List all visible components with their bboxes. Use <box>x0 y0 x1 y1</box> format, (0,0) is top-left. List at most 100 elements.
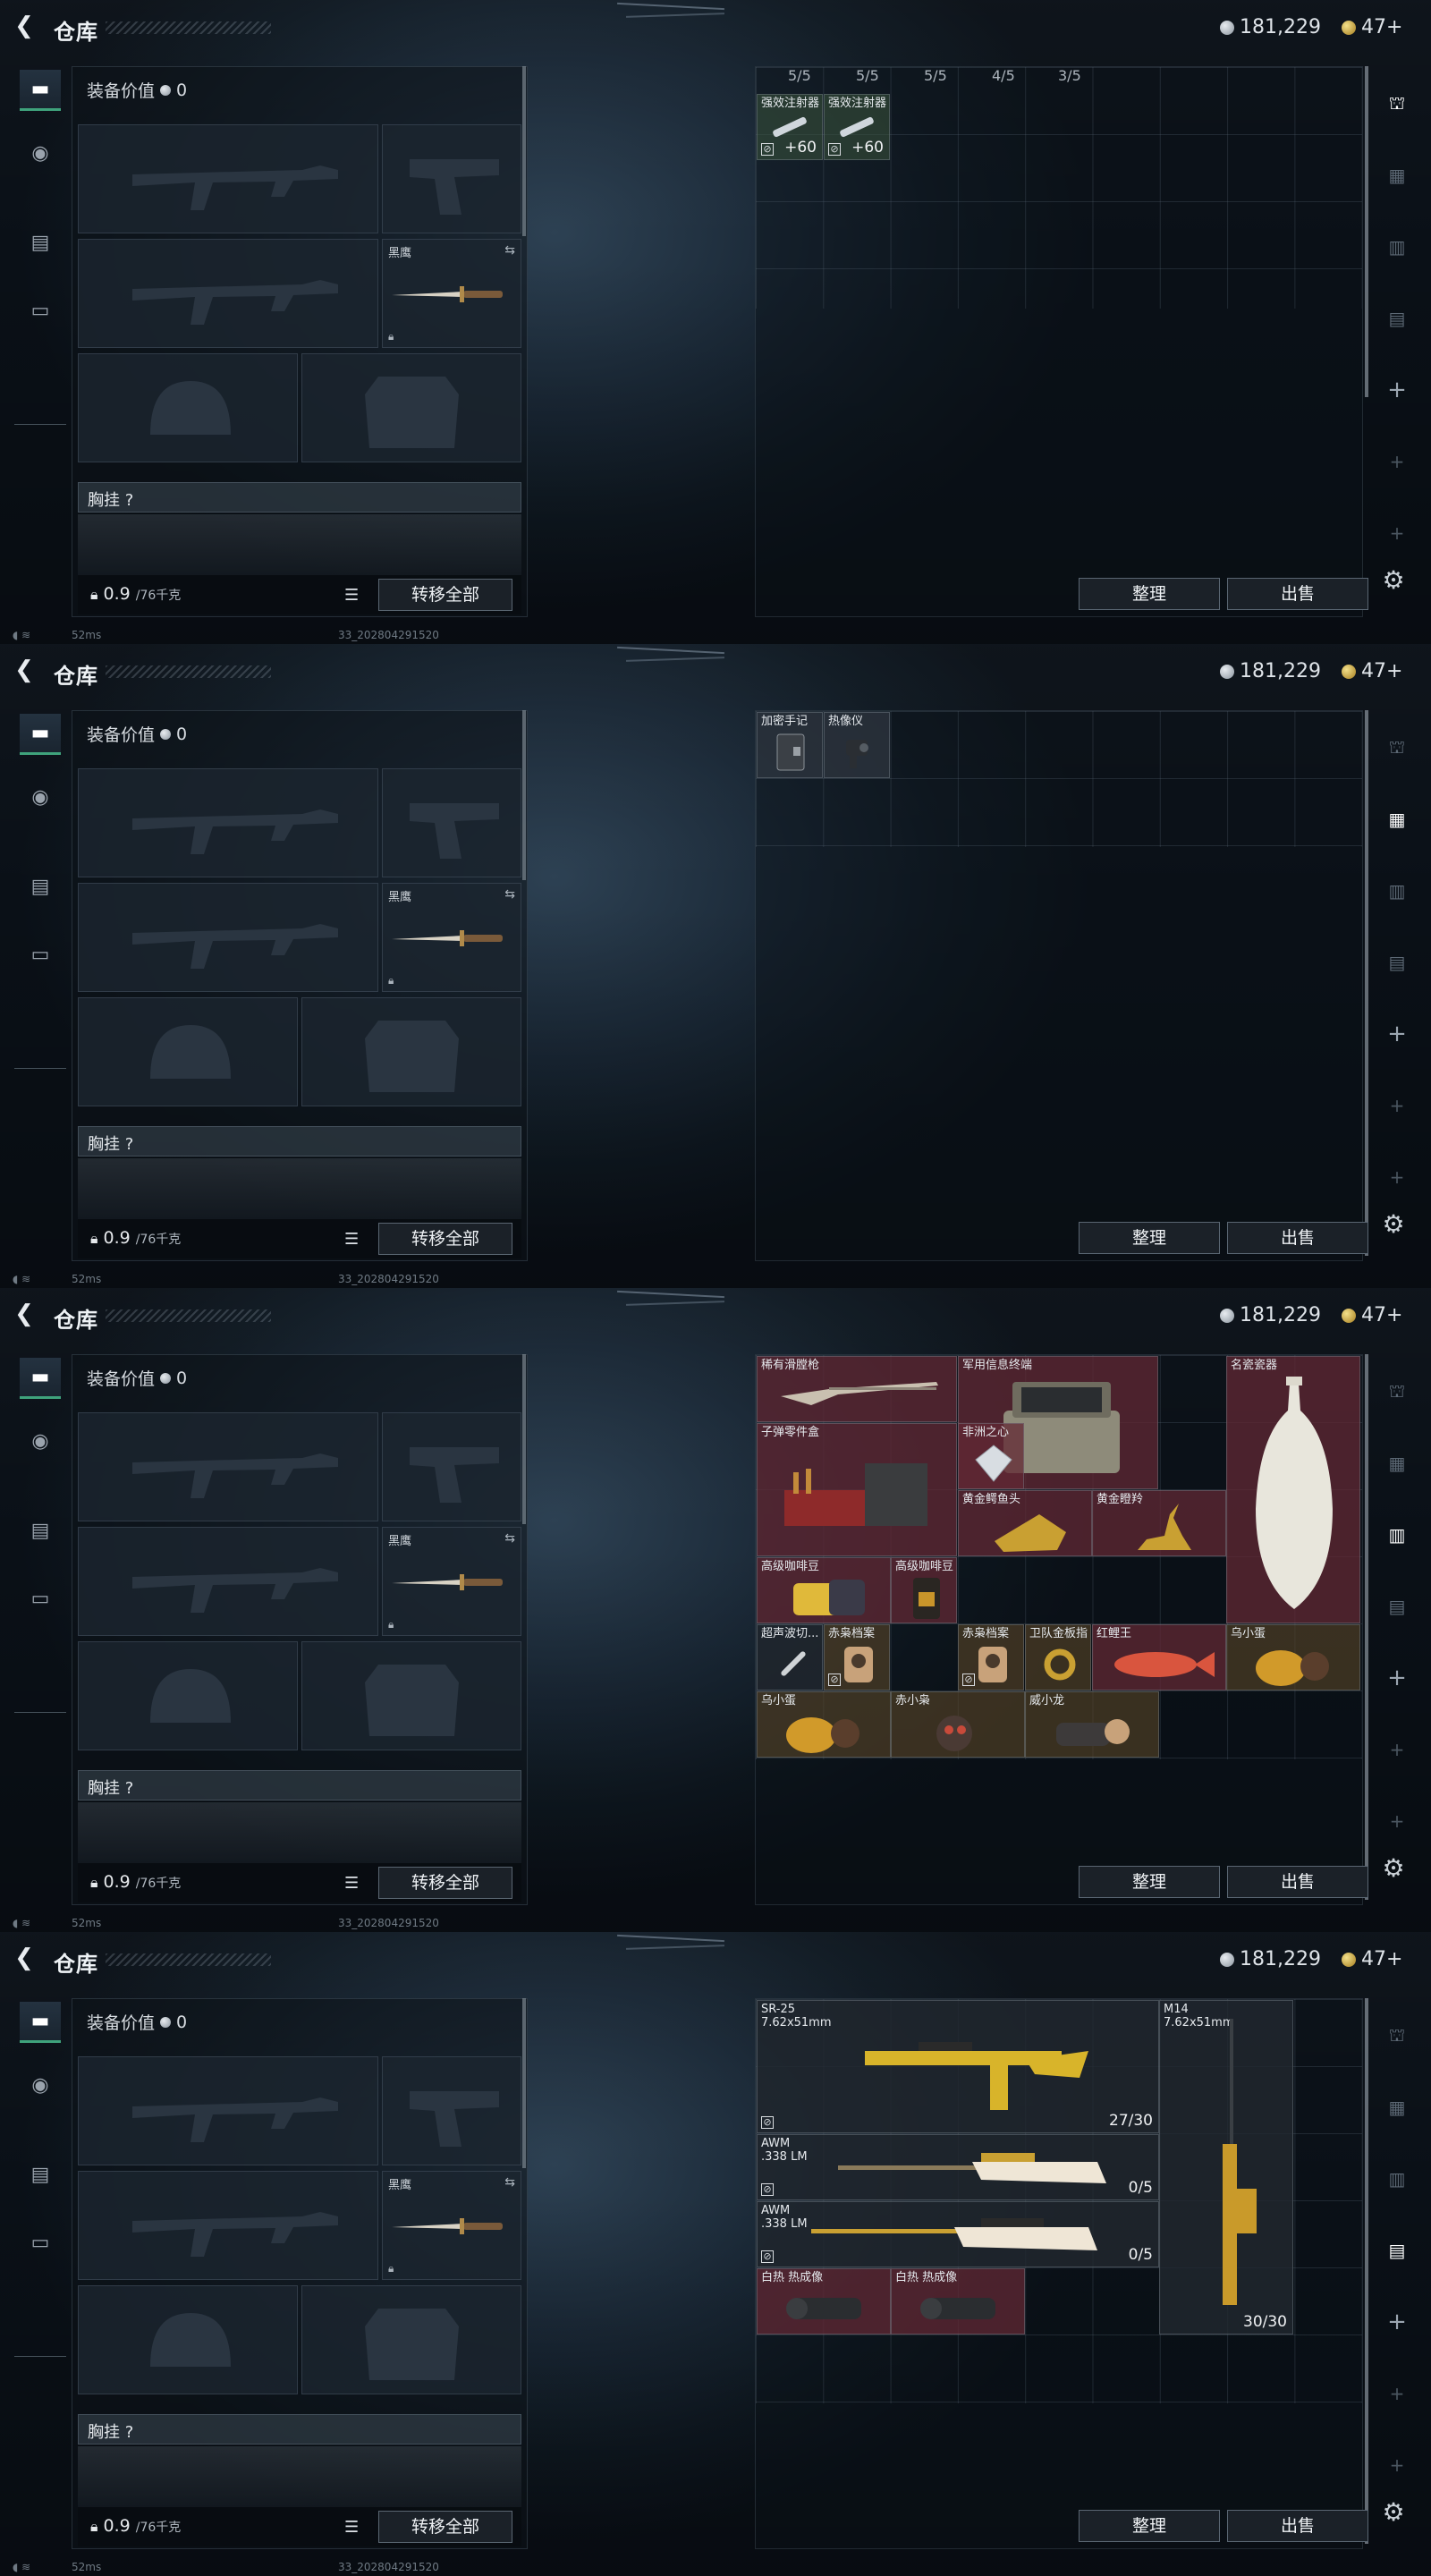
chest-rig-header[interactable]: 胸挂 ? <box>78 1126 521 1157</box>
nav-helmet-icon[interactable]: ◉ <box>20 776 61 818</box>
stash-item[interactable]: 加密手记 <box>757 712 823 778</box>
nav-weapons-icon[interactable]: ▬ <box>20 70 61 111</box>
stash-item[interactable]: 稀有滑膛枪 <box>757 1356 957 1422</box>
sell-button[interactable]: 出售 <box>1227 578 1368 610</box>
primary-weapon-slot[interactable] <box>78 2056 378 2165</box>
nav-weapons-icon[interactable]: ▬ <box>20 2002 61 2043</box>
tab-all-icon[interactable]: ⛫ <box>1376 730 1418 766</box>
chest-rig-header[interactable]: 胸挂 ? <box>78 1770 521 1801</box>
help-icon[interactable]: ? <box>125 1779 134 1798</box>
tab-all-icon[interactable]: ⛫ <box>1376 1374 1418 1410</box>
stash-item[interactable]: 非洲之心 <box>958 1423 1024 1489</box>
stash-item[interactable]: 白热 热成像 <box>891 2268 1025 2334</box>
chest-rig-slot[interactable] <box>78 1158 521 1219</box>
list-icon[interactable]: ☰ <box>344 1874 364 1893</box>
stash-item[interactable]: 超声波切... <box>757 1624 823 1690</box>
loadout-scrollbar[interactable] <box>522 1354 526 1524</box>
stash-item[interactable]: 黄金瞪羚 <box>1092 1490 1226 1556</box>
transfer-all-button[interactable]: 转移全部 <box>378 2511 512 2543</box>
list-icon[interactable]: ☰ <box>344 2518 364 2537</box>
stash-item[interactable]: 赤小枭 <box>891 1691 1025 1758</box>
nav-vest-icon[interactable]: ▤ <box>20 2154 61 2195</box>
back-arrow-icon[interactable]: ❮ <box>13 14 36 38</box>
stash-item[interactable]: 名瓷瓷器 <box>1226 1356 1360 1623</box>
helmet-slot[interactable] <box>78 1641 298 1750</box>
nav-vest-icon[interactable]: ▤ <box>20 866 61 907</box>
tab-all-icon[interactable]: ⛫ <box>1376 86 1418 122</box>
stash-item[interactable]: 威小龙 <box>1025 1691 1159 1758</box>
chest-rig-header[interactable]: 胸挂 ? <box>78 482 521 513</box>
stash-item[interactable]: 卫队金板指 <box>1025 1624 1091 1690</box>
chest-rig-header[interactable]: 胸挂 ? <box>78 2414 521 2445</box>
secondary-weapon-slot[interactable] <box>78 2171 378 2280</box>
secondary-weapon-slot[interactable] <box>78 239 378 348</box>
tab-consumables-icon[interactable]: ▦ <box>1376 2089 1418 2125</box>
tab-collectibles-icon[interactable]: ▥ <box>1376 229 1418 265</box>
nav-weapons-icon[interactable]: ▬ <box>20 714 61 755</box>
add-tab-icon[interactable]: + <box>1376 372 1418 408</box>
nav-vest-icon[interactable]: ▤ <box>20 222 61 263</box>
gear-icon[interactable]: ⚙ <box>1379 2497 1408 2527</box>
nav-helmet-icon[interactable]: ◉ <box>20 1420 61 1462</box>
helmet-slot[interactable] <box>78 997 298 1106</box>
secondary-weapon-slot[interactable] <box>78 1527 378 1636</box>
armor-slot[interactable] <box>301 1641 521 1750</box>
nav-backpack-icon[interactable]: ▭ <box>20 934 61 975</box>
transfer-all-button[interactable]: 转移全部 <box>378 1223 512 1255</box>
stash-scrollbar[interactable] <box>1365 1354 1368 1900</box>
help-icon[interactable]: ? <box>125 2423 134 2442</box>
stash-item[interactable]: 乌小蛋 <box>1226 1624 1360 1690</box>
sort-button[interactable]: 整理 <box>1079 2510 1220 2542</box>
stash-item[interactable]: 子弹零件盒 <box>757 1423 957 1556</box>
pistol-slot[interactable] <box>382 1412 521 1521</box>
nav-backpack-icon[interactable]: ▭ <box>20 2222 61 2263</box>
stash-item[interactable]: 乌小蛋 <box>757 1691 891 1758</box>
stash-item[interactable]: 热像仪 <box>824 712 890 778</box>
loadout-scrollbar[interactable] <box>522 710 526 880</box>
transfer-all-button[interactable]: 转移全部 <box>378 1867 512 1899</box>
stash-item[interactable]: SR-25 7.62x51mm ⊘ 27/30 <box>757 2000 1159 2133</box>
stash-item[interactable]: M14 7.62x51mm 30/30 <box>1159 2000 1293 2334</box>
pistol-slot[interactable] <box>382 2056 521 2165</box>
armor-slot[interactable] <box>301 2285 521 2394</box>
help-icon[interactable]: ? <box>125 1135 134 1154</box>
armor-slot[interactable] <box>301 997 521 1106</box>
melee-slot[interactable]: 黑鹰 ⇆ 🔒︎ <box>382 883 521 992</box>
stash-item[interactable]: 强效注射器 ⊘ +60 <box>757 94 823 160</box>
add-tab-icon[interactable]: + <box>1376 2447 1418 2483</box>
stash-item[interactable]: 高级咖啡豆 <box>757 1557 891 1623</box>
add-tab-icon[interactable]: + <box>1376 1732 1418 1767</box>
help-icon[interactable]: ? <box>125 491 134 510</box>
gold-currency[interactable]: 47+ <box>1342 1304 1402 1326</box>
nav-vest-icon[interactable]: ▤ <box>20 1510 61 1551</box>
loadout-scrollbar[interactable] <box>522 1998 526 2168</box>
primary-weapon-slot[interactable] <box>78 124 378 233</box>
nav-weapons-icon[interactable]: ▬ <box>20 1358 61 1399</box>
secondary-weapon-slot[interactable] <box>78 883 378 992</box>
gold-currency[interactable]: 47+ <box>1342 16 1402 38</box>
primary-weapon-slot[interactable] <box>78 768 378 877</box>
tab-weapons-icon[interactable]: ▤ <box>1376 301 1418 336</box>
stash-item[interactable]: 白热 热成像 <box>757 2268 891 2334</box>
stash-item[interactable]: AWM .338 LM ⊘ 0/5 <box>757 2134 1159 2200</box>
gear-icon[interactable]: ⚙ <box>1379 1209 1408 1239</box>
sell-button[interactable]: 出售 <box>1227 1222 1368 1254</box>
tab-collectibles-icon[interactable]: ▥ <box>1376 1517 1418 1553</box>
back-arrow-icon[interactable]: ❮ <box>13 1302 36 1326</box>
sort-button[interactable]: 整理 <box>1079 1866 1220 1898</box>
stash-scrollbar[interactable] <box>1365 710 1368 1256</box>
stash-scrollbar[interactable] <box>1365 66 1368 397</box>
stash-item[interactable]: 赤枭档案 ⊘ <box>958 1624 1024 1690</box>
sell-button[interactable]: 出售 <box>1227 1866 1368 1898</box>
pistol-slot[interactable] <box>382 768 521 877</box>
loadout-scrollbar[interactable] <box>522 66 526 236</box>
melee-slot[interactable]: 黑鹰 ⇆ 🔒︎ <box>382 239 521 348</box>
stash-item[interactable]: 强效注射器 ⊘ +60 <box>824 94 890 160</box>
tab-consumables-icon[interactable]: ▦ <box>1376 1445 1418 1481</box>
tab-collectibles-icon[interactable]: ▥ <box>1376 2161 1418 2197</box>
nav-backpack-icon[interactable]: ▭ <box>20 1578 61 1619</box>
helmet-slot[interactable] <box>78 2285 298 2394</box>
sell-button[interactable]: 出售 <box>1227 2510 1368 2542</box>
stash-item[interactable]: 高级咖啡豆 <box>891 1557 957 1623</box>
helmet-slot[interactable] <box>78 353 298 462</box>
